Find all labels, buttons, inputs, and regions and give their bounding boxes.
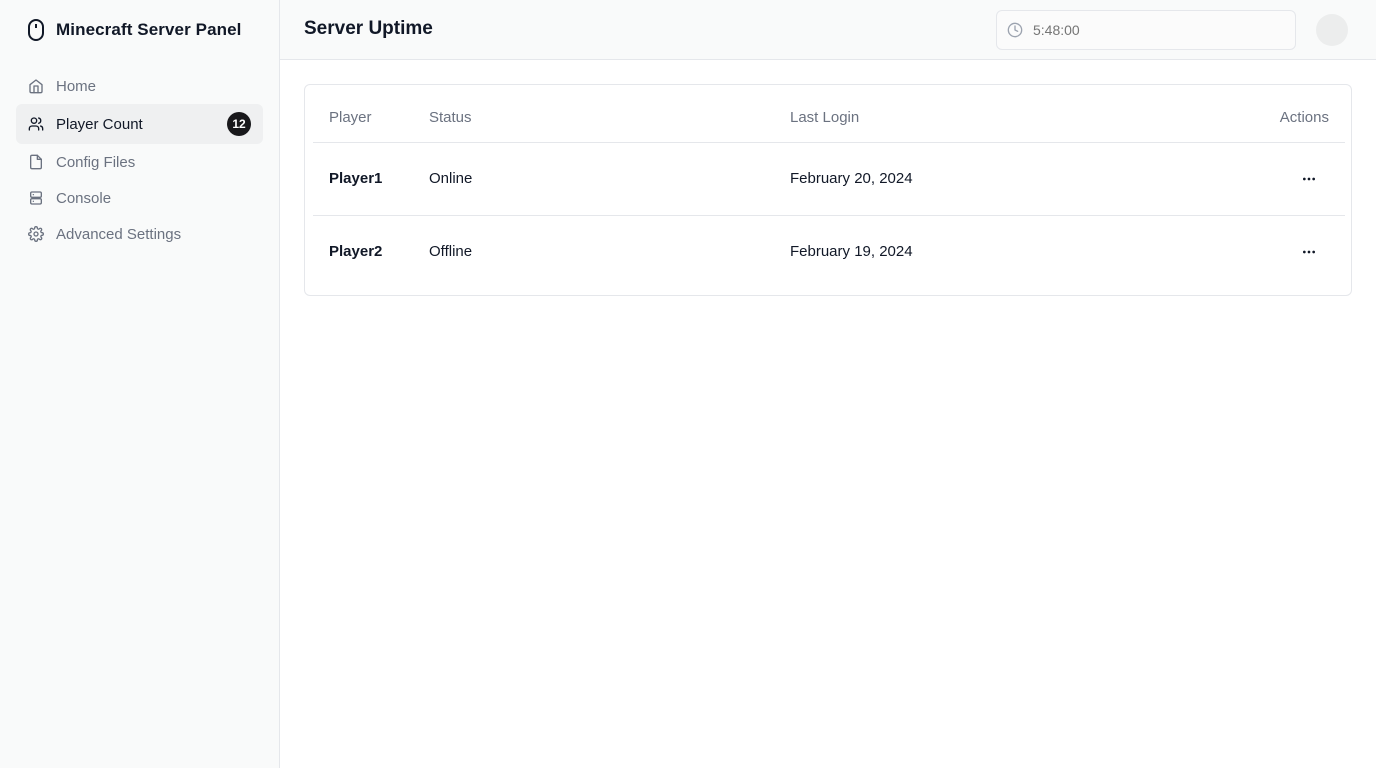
main-content: Server Uptime Player Status La (280, 0, 1376, 768)
column-header-last-login[interactable]: Last Login (790, 85, 1230, 142)
sidebar-item-config-files[interactable]: Config Files (16, 144, 263, 180)
column-header-actions: Actions (1279, 108, 1329, 126)
player-name: Player2 (329, 243, 383, 261)
app: Minecraft Server Panel Home Player Count… (0, 0, 1376, 768)
sidebar-item-label: Console (56, 189, 112, 207)
more-actions-button[interactable] (1297, 167, 1321, 191)
sidebar-item-label: Advanced Settings (56, 225, 182, 243)
users-icon (28, 116, 44, 132)
clock-icon (1007, 22, 1023, 38)
sidebar-item-console[interactable]: Console (16, 180, 263, 216)
page-title: Server Uptime (304, 18, 433, 39)
file-icon (28, 154, 44, 170)
sidebar: Minecraft Server Panel Home Player Count… (0, 0, 280, 768)
sidebar-item-label: Home (56, 77, 97, 95)
gear-icon (28, 226, 44, 242)
avatar[interactable] (1316, 14, 1348, 46)
top-bar: Server Uptime (280, 0, 1376, 60)
actions-cell (1230, 215, 1345, 288)
player-status: Online (429, 170, 473, 187)
home-icon (28, 78, 44, 94)
players-table-card: Player Status Last Login Actions Player1… (304, 84, 1352, 296)
sidebar-item-home[interactable]: Home (16, 68, 263, 104)
table-row[interactable]: Player2 Offline February 19, 2024 (313, 215, 1345, 288)
actions-cell (1230, 142, 1345, 215)
server-icon (28, 190, 44, 206)
player-status: Offline (429, 243, 473, 261)
table-header-row: Player Status Last Login Actions (313, 85, 1345, 142)
more-actions-button[interactable] (1297, 240, 1321, 264)
sidebar-item-label: Player Count (56, 115, 143, 133)
player-last-login: February 19, 2024 (790, 243, 913, 261)
sidebar-item-label: Config Files (56, 153, 136, 171)
sidebar-item-player-count[interactable]: Player Count 12 (16, 104, 263, 144)
column-header-status[interactable]: Status (429, 85, 790, 142)
ellipsis-icon (1303, 250, 1315, 254)
brand[interactable]: Minecraft Server Panel (26, 18, 242, 42)
uptime-input[interactable] (1031, 21, 1271, 39)
sidebar-nav: Home Player Count 12 Config Files Consol… (16, 68, 263, 252)
player-count-badge: 12 (227, 112, 251, 136)
ellipsis-icon (1303, 177, 1315, 180)
column-header-player[interactable]: Player (313, 85, 429, 142)
brand-title: Minecraft Server Panel (56, 20, 242, 39)
player-name: Player1 (329, 170, 383, 187)
players-table: Player Status Last Login Actions Player1… (313, 85, 1345, 288)
uptime-field[interactable] (996, 10, 1296, 50)
sidebar-item-advanced-settings[interactable]: Advanced Settings (16, 216, 263, 252)
mouse-icon (26, 18, 46, 42)
table-row[interactable]: Player1 Online February 20, 2024 (313, 142, 1345, 215)
player-last-login: February 20, 2024 (790, 170, 913, 187)
